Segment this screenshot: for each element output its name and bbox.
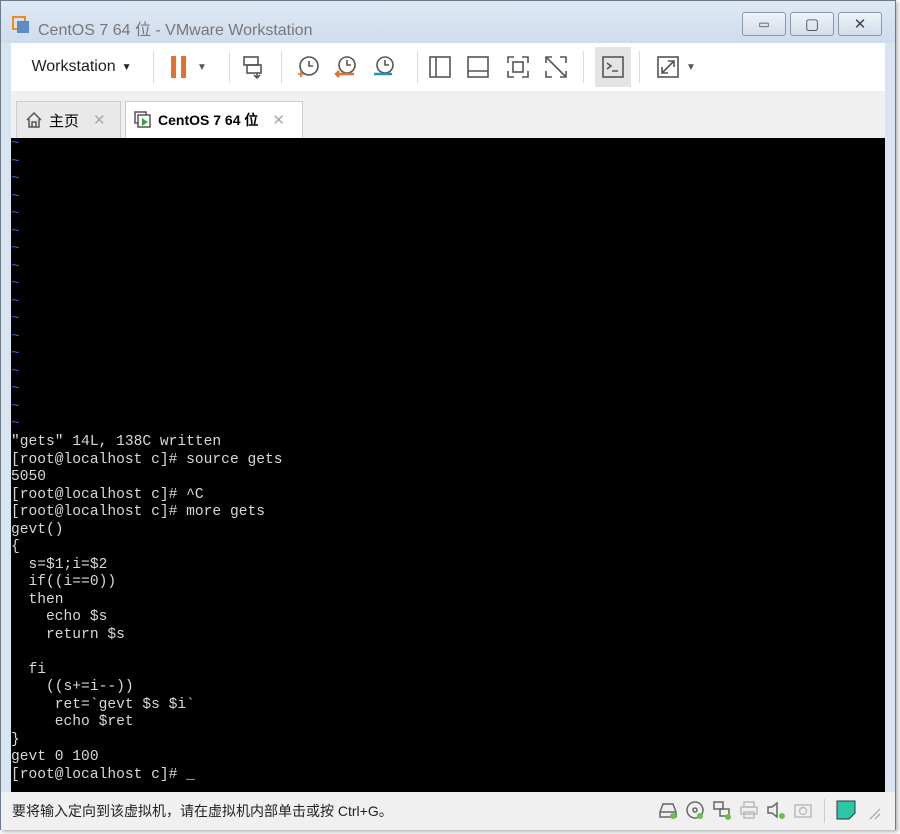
network-icon[interactable] [712, 800, 732, 820]
close-icon: ✕ [853, 16, 867, 33]
vim-tilde: ~ [11, 276, 20, 292]
keyboard-send-icon [243, 56, 262, 80]
console-view-button[interactable] [595, 47, 631, 87]
camera-icon[interactable] [793, 800, 813, 820]
vim-tilde: ~ [11, 416, 20, 432]
chevron-down-icon: ▼ [686, 61, 696, 73]
toolbar: Workstation ▼ ▼ ▼ [11, 43, 885, 91]
terminal-line: ((s+=i--)) [11, 679, 134, 695]
title-bar: CentOS 7 64 位 - VMware Workstation ▭ ▢ ✕ [1, 1, 895, 43]
terminal-line: ret=`gevt $s $i` [11, 696, 195, 713]
terminal-line: if((i==0)) [11, 574, 117, 590]
terminal-line: gevt() [11, 521, 64, 538]
snapshot-icon [298, 56, 319, 77]
sound-icon[interactable] [766, 800, 786, 820]
vim-tilde: ~ [11, 153, 20, 170]
unity-disabled-icon [545, 56, 567, 78]
snapshot-button[interactable] [293, 51, 323, 83]
hard-disk-icon[interactable] [658, 800, 678, 820]
terminal-line: echo $ret [11, 714, 134, 730]
terminal-line: } [11, 731, 20, 748]
workstation-menu-label: Workstation [31, 58, 116, 75]
vim-empty-lines: ~ ~ ~ ~ ~ ~ ~ ~ ~ ~ ~ ~ ~ ~ ~ ~ ~ [11, 136, 20, 434]
status-message: 要将输入定向到该虚拟机，请在虚拟机内部单击或按 Ctrl+G。 [12, 803, 393, 819]
vmware-window: CentOS 7 64 位 - VMware Workstation ▭ ▢ ✕… [0, 0, 896, 830]
terminal-line: [root@localhost c]# ^C [11, 486, 204, 503]
revert-snapshot-button[interactable] [331, 51, 361, 83]
vim-tilde: ~ [11, 398, 20, 415]
terminal-line: s=$1;i=$2 [11, 556, 108, 573]
vim-tilde: ~ [11, 136, 20, 152]
sidebar-layout-icon [429, 56, 451, 78]
vim-tilde: ~ [11, 293, 20, 310]
vim-tilde: ~ [11, 363, 20, 380]
fullscreen-icon [507, 56, 529, 78]
note-icon[interactable] [836, 800, 856, 820]
minimize-button[interactable]: ▭ [742, 12, 786, 36]
vim-tilde: ~ [11, 206, 20, 222]
terminal-line: fi [11, 661, 47, 678]
terminal-line: return $s [11, 626, 125, 643]
send-ctrl-alt-del-button[interactable] [237, 51, 269, 83]
pause-icon [171, 56, 187, 78]
terminal-line: 5050 [11, 469, 47, 485]
printer-icon[interactable] [739, 800, 759, 820]
snapshot-manager-button[interactable] [369, 51, 399, 83]
show-library-button[interactable] [425, 51, 455, 83]
vim-tilde: ~ [11, 171, 20, 187]
chevron-down-icon: ▼ [121, 61, 132, 73]
home-icon [26, 111, 42, 128]
minimize-icon: ▭ [758, 17, 770, 31]
show-thumbnail-button[interactable] [463, 51, 493, 83]
vim-tilde: ~ [11, 381, 20, 397]
snapshot-manager-icon [374, 56, 394, 76]
vim-tilde: ~ [11, 241, 20, 257]
vim-tilde: ~ [11, 258, 20, 275]
terminal-line: gevt 0 100 [11, 749, 99, 765]
close-button[interactable]: ✕ [838, 12, 882, 36]
terminal-line: { [11, 539, 20, 555]
pause-button[interactable]: ▼ [163, 51, 213, 83]
full-screen-button[interactable] [503, 51, 533, 83]
maximize-icon: ▢ [804, 16, 820, 33]
vim-tilde: ~ [11, 188, 20, 205]
terminal-line: [root@localhost c]# more gets [11, 504, 265, 520]
unity-button[interactable] [541, 51, 571, 83]
vim-tilde: ~ [11, 311, 20, 327]
vim-tilde: ~ [11, 328, 20, 345]
chevron-down-icon: ▼ [197, 61, 207, 73]
maximize-button[interactable]: ▢ [790, 12, 834, 36]
vmware-logo-icon [12, 16, 29, 33]
stretch-button[interactable]: ▼ [651, 51, 701, 83]
tab-centos[interactable]: CentOS 7 64 位 ✕ [125, 101, 303, 138]
console-icon [602, 56, 624, 78]
vim-tilde: ~ [11, 346, 20, 362]
bottom-panel-icon [467, 56, 489, 78]
resize-grip-icon[interactable] [867, 806, 881, 820]
vm-console[interactable]: ~ ~ ~ ~ ~ ~ ~ ~ ~ ~ ~ ~ ~ ~ ~ ~ ~ "gets" 14L, 138C writt… [11, 136, 885, 792]
terminal-line: then [11, 591, 64, 608]
vm-icon [134, 111, 151, 128]
status-bar: 要将输入定向到该虚拟机，请在虚拟机内部单击或按 Ctrl+G。 [1, 792, 895, 830]
cd-dvd-icon[interactable] [685, 800, 705, 820]
terminal-line: [root@localhost c]# source gets [11, 451, 283, 468]
tab-home[interactable]: 主页 ✕ [16, 101, 121, 138]
tab-label: CentOS 7 64 位 [158, 112, 259, 128]
tab-bar: 主页 ✕ CentOS 7 64 位 ✕ [11, 91, 885, 138]
tab-label: 主页 [49, 112, 80, 130]
terminal-line: "gets" 14L, 138C written [11, 434, 222, 450]
terminal-line: echo $s [11, 609, 108, 625]
close-tab-icon[interactable]: ✕ [272, 111, 285, 129]
workstation-menu[interactable]: Workstation ▼ [19, 51, 144, 83]
stretch-icon [657, 56, 679, 78]
close-tab-icon[interactable]: ✕ [93, 111, 106, 129]
vim-tilde: ~ [11, 223, 20, 240]
window-title: CentOS 7 64 位 - VMware Workstation [38, 22, 313, 39]
terminal-line: [root@localhost c]# _ [11, 766, 195, 783]
terminal-output: "gets" 14L, 138C written [root@localhost … [11, 434, 283, 784]
revert-snapshot-icon [334, 56, 356, 78]
